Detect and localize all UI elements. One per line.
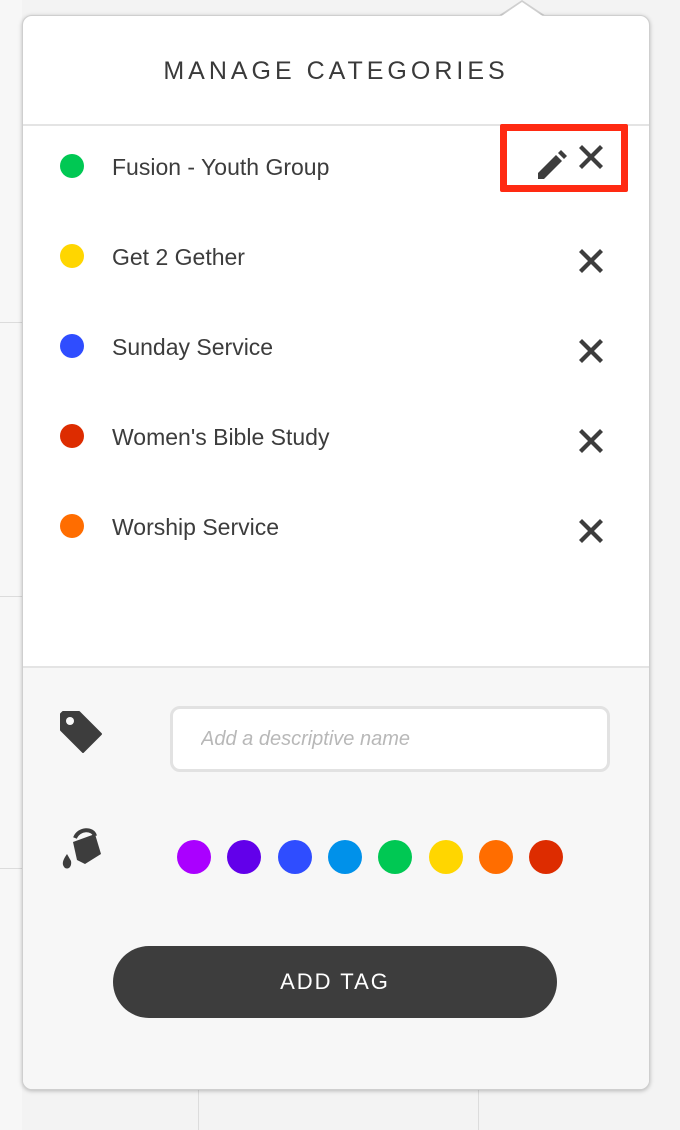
color-swatch[interactable] — [327, 840, 362, 874]
delete-category-icon[interactable] — [576, 336, 606, 366]
color-swatch[interactable] — [378, 840, 413, 874]
background-panel — [0, 0, 22, 1130]
delete-category-icon[interactable] — [576, 246, 606, 276]
category-row: Get 2 Gether — [23, 232, 649, 292]
popover-header: MANAGE CATEGORIES — [23, 16, 649, 126]
delete-category-icon[interactable] — [576, 426, 606, 456]
delete-category-icon[interactable] — [576, 142, 606, 172]
color-swatch[interactable] — [227, 840, 262, 874]
category-label: Get 2 Gether — [112, 244, 245, 270]
tag-name-input[interactable] — [170, 706, 610, 772]
background-divider — [198, 1090, 199, 1130]
color-swatch[interactable] — [277, 840, 312, 874]
category-color-dot — [60, 244, 84, 268]
category-row: Sunday Service — [23, 322, 649, 382]
popover-caret — [500, 2, 544, 17]
background-divider — [478, 1090, 479, 1130]
category-color-dot — [60, 334, 84, 358]
color-swatch[interactable] — [428, 840, 463, 874]
category-row: Worship Service — [23, 502, 649, 562]
delete-category-icon[interactable] — [576, 516, 606, 546]
category-color-dot — [60, 514, 84, 538]
category-label: Fusion - Youth Group — [112, 154, 330, 180]
category-list: Fusion - Youth Group Get 2 Gether Sunday S… — [23, 124, 649, 668]
color-swatch[interactable] — [529, 840, 564, 874]
category-row: Women's Bible Study — [23, 412, 649, 472]
background-divider — [0, 868, 22, 869]
category-color-dot — [60, 424, 84, 448]
color-swatch[interactable] — [177, 840, 211, 874]
add-tag-form: ADD TAG — [23, 668, 649, 1089]
category-color-dot — [60, 154, 84, 178]
popover-title: MANAGE CATEGORIES — [163, 56, 509, 85]
category-row: Fusion - Youth Group — [23, 124, 649, 202]
background-divider — [0, 596, 22, 597]
background-divider — [0, 322, 22, 323]
paint-bucket-icon — [62, 828, 101, 869]
add-tag-button[interactable]: ADD TAG — [113, 946, 557, 1018]
manage-categories-popover: MANAGE CATEGORIES Fusion - Youth Group Ge… — [22, 15, 650, 1090]
category-label: Worship Service — [112, 514, 280, 540]
category-label: Women's Bible Study — [112, 424, 330, 450]
tag-icon — [60, 711, 102, 753]
color-swatch[interactable] — [478, 840, 513, 874]
category-label: Sunday Service — [112, 334, 274, 360]
pencil-icon[interactable] — [534, 148, 568, 182]
